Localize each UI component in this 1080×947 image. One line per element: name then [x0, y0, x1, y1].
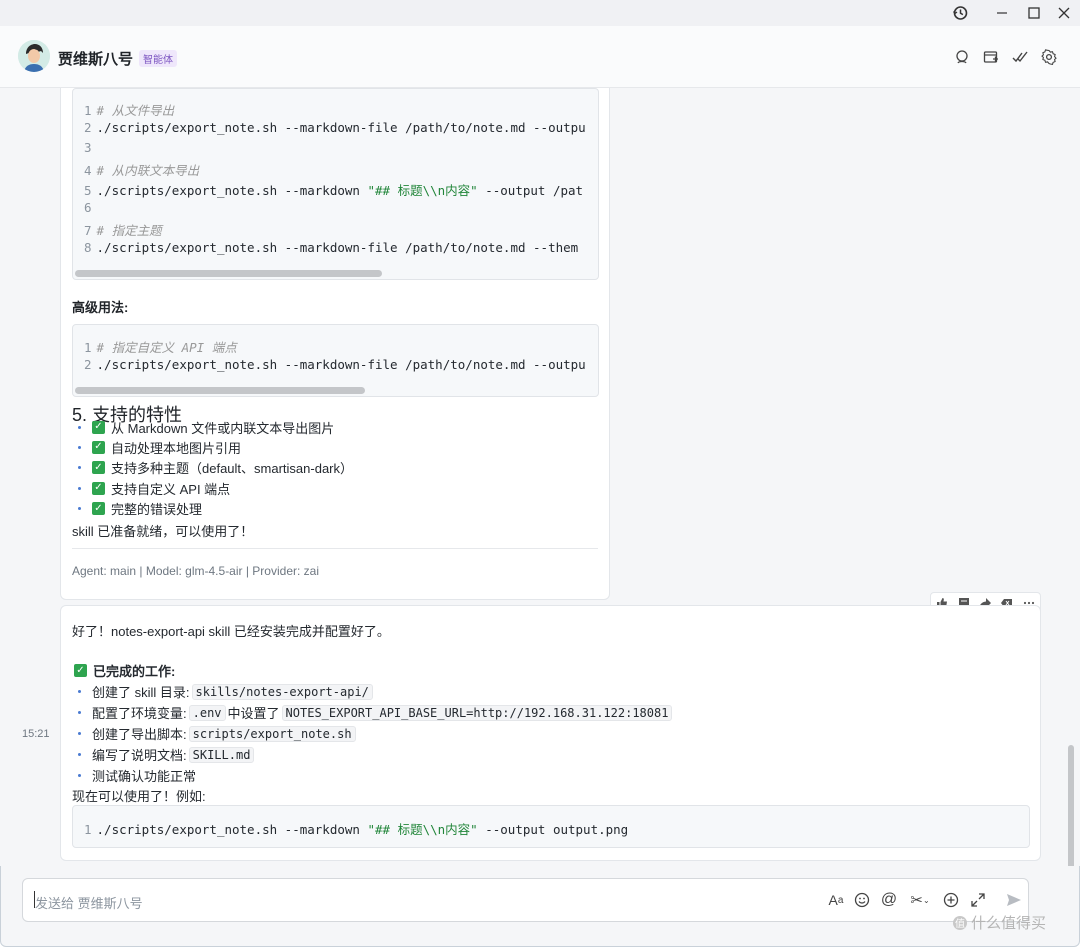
checkbox-icon: ✓	[92, 420, 105, 434]
bullet-icon	[78, 425, 81, 429]
screenshot-scissors-icon[interactable]: ✂ ⌄	[905, 889, 935, 911]
chat-vertical-scrollbar[interactable]	[1068, 745, 1074, 866]
bullet-icon	[78, 711, 81, 714]
list-item: 创建了导出脚本: scripts/export_note.sh	[78, 724, 358, 743]
assistant-message: 1 # 从文件导出 2 ./scripts/export_note.sh --mark…	[60, 88, 610, 600]
agent-tag-badge: 智能体	[139, 50, 177, 67]
search-chat-icon[interactable]	[951, 46, 973, 68]
divider	[72, 548, 598, 549]
avatar[interactable]	[18, 40, 50, 72]
maximize-icon[interactable]	[1022, 2, 1046, 24]
settings-gear-icon[interactable]	[1038, 46, 1060, 68]
bullet-icon	[78, 732, 81, 735]
code-line: 2 ./scripts/export_note.sh --markdown-fil…	[84, 357, 586, 372]
minimize-icon[interactable]	[990, 2, 1014, 24]
feature-item: ✓ 从 Markdown 文件或内联文本导出图片	[78, 418, 334, 436]
emoji-icon[interactable]	[851, 889, 873, 911]
feature-text: 支持多种主题（default、smartisan-dark）	[111, 461, 353, 477]
add-window-icon[interactable]	[980, 46, 1002, 68]
watermark-logo-icon: 值	[953, 915, 967, 930]
code-horizontal-scrollbar[interactable]	[75, 270, 382, 277]
done-heading: ✓ 已完成的工作:	[72, 661, 175, 680]
feature-text: 自动处理本地图片引用	[111, 440, 242, 456]
message-timestamp: 15:21	[22, 728, 50, 740]
bullet-icon	[78, 466, 81, 470]
svg-text:值: 值	[955, 917, 965, 930]
chat-scroll-area[interactable]: 1 # 从文件导出 2 ./scripts/export_note.sh --mark…	[0, 88, 1080, 866]
feature-text: 支持自定义 API 端点	[111, 481, 231, 497]
code-line: 2 ./scripts/export_note.sh --markdown-fil…	[84, 120, 586, 135]
bullet-icon	[78, 507, 81, 511]
watermark: 值 什么值得买	[952, 912, 1046, 933]
code-horizontal-scrollbar[interactable]	[75, 387, 365, 394]
checkbox-icon: ✓	[92, 502, 105, 516]
model-meta: Agent: main | Model: glm-4.5-air | Provi…	[72, 564, 319, 578]
ready-text: skill 已准备就绪，可以使用了！	[72, 524, 254, 539]
send-icon[interactable]	[1001, 889, 1027, 911]
title-bar	[0, 0, 1080, 26]
message-input[interactable]: 发送给 贾维斯八号 Aa @ ✂ ⌄	[22, 878, 1029, 922]
message-input-placeholder: 发送给 贾维斯八号	[35, 896, 143, 911]
add-plus-icon[interactable]	[940, 889, 962, 911]
mention-icon[interactable]: @	[878, 889, 900, 911]
chat-header: 贾维斯八号 智能体	[0, 26, 1080, 88]
code-line: 6	[84, 200, 92, 215]
code-line: 3	[84, 140, 92, 155]
list-item: 测试确认功能正常	[78, 766, 196, 785]
feature-item: ✓ 完整的错误处理	[78, 500, 202, 518]
checkbox-icon: ✓	[92, 481, 105, 495]
feature-item: ✓ 自动处理本地图片引用	[78, 438, 241, 456]
list-item: 编写了说明文档: SKILL.md	[78, 745, 256, 764]
checkbox-icon: ✓	[92, 440, 105, 454]
history-icon[interactable]	[948, 2, 972, 24]
code-line: 8 ./scripts/export_note.sh --markdown-fil…	[84, 240, 579, 255]
code-line: 1 # 从文件导出	[84, 103, 175, 118]
assistant-message: 好了！notes-export-api skill 已经安装完成并配置好了。 ✓…	[60, 605, 1041, 861]
advanced-usage-label: 高级用法:	[72, 300, 129, 315]
checkbox-icon: ✓	[92, 461, 105, 475]
feature-item: ✓ 支持自定义 API 端点	[78, 479, 230, 497]
code-line: 4 # 从内联文本导出	[84, 163, 200, 178]
list-item: 创建了 skill 目录: skills/notes-export-api/	[78, 682, 375, 701]
bullet-icon	[78, 486, 81, 490]
bullet-icon	[78, 445, 81, 449]
list-item: 配置了环境变量: .env 中设置了 NOTES_EXPORT_API_BASE_U…	[78, 703, 674, 722]
close-icon[interactable]	[1052, 2, 1076, 24]
agent-name: 贾维斯八号	[58, 51, 134, 68]
bullet-icon	[78, 690, 81, 693]
bullet-icon	[78, 753, 81, 756]
checkbox-icon: ✓	[74, 664, 87, 677]
text-format-icon[interactable]: Aa	[825, 889, 847, 911]
usage-text: 现在可以使用了！例如:	[72, 789, 206, 804]
feature-text: 从 Markdown 文件或内联文本导出图片	[111, 420, 335, 436]
intro-text: 好了！notes-export-api skill 已经安装完成并配置好了。	[72, 624, 390, 639]
expand-icon[interactable]	[967, 889, 989, 911]
bullet-icon	[78, 774, 81, 777]
code-line: 1 # 指定自定义 API 端点	[84, 340, 237, 355]
double-check-icon[interactable]	[1009, 46, 1031, 68]
code-block-example: 1 ./scripts/export_note.sh --markdown "##…	[72, 805, 1030, 848]
code-block-advanced: 1 # 指定自定义 API 端点 2 ./scripts/export_note.sh…	[72, 324, 599, 397]
feature-text: 完整的错误处理	[111, 502, 203, 518]
feature-item: ✓ 支持多种主题（default、smartisan-dark）	[78, 459, 353, 477]
code-line: 7 # 指定主题	[84, 223, 162, 238]
code-line: 5 ./scripts/export_note.sh --markdown "##…	[84, 183, 584, 198]
code-block-basic: 1 # 从文件导出 2 ./scripts/export_note.sh --mark…	[72, 88, 599, 280]
